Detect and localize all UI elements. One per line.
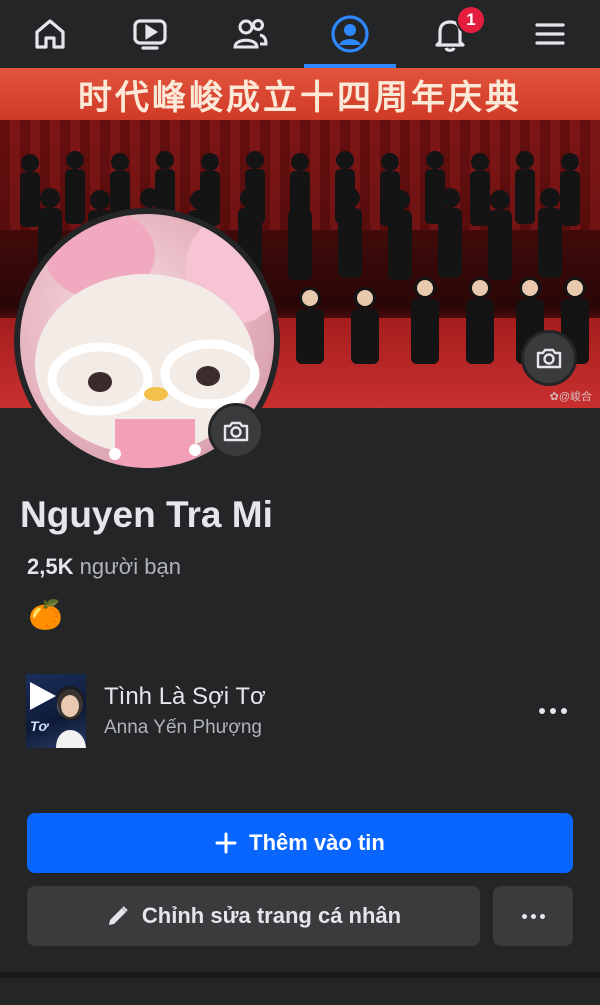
camera-icon <box>536 348 562 369</box>
cover-banner: 时代峰峻成立十四周年庆典 <box>0 68 600 120</box>
more-dot <box>550 708 556 714</box>
more-dot <box>530 913 536 919</box>
profile-more-button[interactable] <box>493 886 573 946</box>
music-thumb-text: Tơ <box>30 718 48 734</box>
camera-icon <box>223 421 249 442</box>
friends-count: 2,5K <box>27 554 74 579</box>
friends-icon[interactable] <box>200 0 300 68</box>
notifications-icon[interactable] <box>400 0 500 68</box>
pencil-icon <box>108 906 128 925</box>
notification-badge: 1 <box>456 5 486 35</box>
add-to-story-label: Thêm vào tin <box>249 830 385 855</box>
add-to-story-button[interactable]: Thêm vào tin <box>27 813 573 873</box>
profile-icon[interactable] <box>300 0 400 68</box>
home-icon[interactable] <box>0 0 100 68</box>
video-icon[interactable] <box>100 0 200 68</box>
avatar-camera-button[interactable] <box>208 403 264 459</box>
edit-profile-label: Chỉnh sửa trang cá nhân <box>141 903 402 928</box>
music-title[interactable]: Tình Là Sợi Tơ <box>104 683 266 711</box>
friends-count-row[interactable]: 2,5K người bạn <box>27 554 181 580</box>
plus-icon <box>215 832 237 854</box>
more-dot <box>561 708 567 714</box>
cover-watermark: ✿@峻合 <box>549 391 592 403</box>
music-thumbnail[interactable]: Tơ <box>26 674 86 748</box>
section-divider <box>0 972 600 978</box>
play-icon <box>30 682 56 710</box>
music-artist: Anna Yến Phượng <box>104 717 262 738</box>
more-dot <box>539 913 545 919</box>
more-dots-icon <box>521 913 527 919</box>
more-dots-icon <box>539 708 545 714</box>
friends-label: người bạn <box>73 554 181 579</box>
bio-emoji: 🍊 <box>28 599 63 630</box>
music-more-button[interactable] <box>530 696 576 726</box>
menu-icon[interactable] <box>500 0 600 68</box>
edit-profile-button[interactable]: Chỉnh sửa trang cá nhân <box>27 886 480 946</box>
top-nav: 1 <box>0 0 600 68</box>
cover-camera-button[interactable] <box>521 330 577 386</box>
profile-name: Nguyen Tra Mi <box>20 494 273 535</box>
